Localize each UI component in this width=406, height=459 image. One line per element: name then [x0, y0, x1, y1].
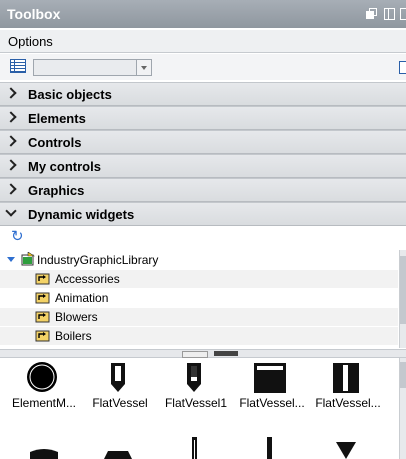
folder-link-icon: [35, 311, 50, 323]
chevron-down-icon: [5, 205, 17, 217]
gallery-partial-item-icon[interactable]: [176, 432, 212, 459]
flat-vessel1-icon: [187, 363, 201, 392]
chevron-right-icon: [5, 111, 17, 123]
tree-item-label: Animation: [55, 291, 109, 305]
options-toolbar: [0, 54, 406, 80]
gallery-item-label: FlatVessel...: [239, 396, 305, 410]
gallery-partial-item-icon[interactable]: [26, 432, 62, 459]
view-toggle-icon[interactable]: [399, 61, 406, 74]
folder-link-icon: [35, 273, 50, 285]
category-graphics[interactable]: Graphics: [0, 178, 406, 202]
category-label: Dynamic widgets: [28, 207, 135, 222]
tree-scrollbar[interactable]: [399, 250, 406, 348]
category-label: Graphics: [28, 183, 85, 198]
flat-vessel-icon: [111, 363, 125, 392]
gallery-item-flat-vessel[interactable]: FlatVessel: [82, 358, 154, 418]
toolbox-titlebar: Toolbox: [0, 0, 406, 28]
folder-link-icon: [35, 292, 50, 304]
chevron-right-icon: [5, 87, 17, 99]
element-meter-icon: [27, 362, 57, 392]
gallery-item-label: FlatVessel1: [164, 396, 228, 410]
window-title: Toolbox: [7, 6, 61, 22]
flat-vessel-2-icon: [254, 363, 286, 393]
split-pane-icon[interactable]: [384, 8, 395, 20]
gallery-item-element-meter[interactable]: ElementM...: [6, 358, 78, 418]
folder-link-icon: [35, 330, 50, 342]
splitter-up-handle[interactable]: [182, 351, 208, 358]
pane-icon[interactable]: [400, 8, 406, 20]
gallery-scrollbar[interactable]: [399, 358, 406, 459]
options-label: Options: [8, 34, 53, 49]
gallery-item-label: ElementM...: [11, 396, 77, 410]
tree-item-label: Blowers: [55, 310, 98, 324]
gallery-item-label: FlatVessel...: [315, 396, 381, 410]
gallery-scroll-thumb[interactable]: [400, 362, 406, 388]
flat-vessel-3-icon: [333, 363, 359, 393]
tree-item-label: Boilers: [55, 329, 92, 343]
gallery-item-flat-vessel1[interactable]: FlatVessel1: [158, 358, 230, 418]
tree-root-label: IndustryGraphicLibrary: [37, 253, 159, 267]
refresh-icon[interactable]: ↻: [11, 229, 25, 244]
chevron-right-icon: [5, 159, 17, 171]
chevron-down-icon[interactable]: [136, 60, 151, 75]
gallery-partial-item-icon[interactable]: [252, 432, 288, 459]
category-my-controls[interactable]: My controls: [0, 154, 406, 178]
category-label: Basic objects: [28, 87, 112, 102]
category-label: Elements: [28, 111, 86, 126]
tree-scroll-thumb[interactable]: [400, 256, 406, 324]
table-view-icon[interactable]: [10, 59, 26, 73]
chevron-right-icon: [5, 183, 17, 195]
chevron-right-icon: [5, 135, 17, 147]
category-elements[interactable]: Elements: [0, 106, 406, 130]
category-label: Controls: [28, 135, 82, 150]
splitter-down-handle[interactable]: [214, 351, 238, 356]
tree-item-label: Accessories: [55, 272, 120, 286]
expand-arrow-icon[interactable]: [7, 257, 15, 262]
options-combo[interactable]: [33, 59, 152, 76]
library-icon: [21, 252, 35, 266]
widget-gallery: ElementM... FlatVessel FlatVessel1 FlatV…: [0, 358, 398, 459]
gallery-item-flat-vessel-3[interactable]: FlatVessel...: [310, 358, 382, 418]
pane-splitter[interactable]: [0, 349, 406, 358]
gallery-partial-item-icon[interactable]: [100, 432, 136, 459]
gallery-item-flat-vessel-2[interactable]: FlatVessel...: [234, 358, 306, 418]
category-dynamic-widgets[interactable]: Dynamic widgets: [0, 202, 406, 226]
gallery-item-label: FlatVessel: [92, 396, 148, 410]
category-controls[interactable]: Controls: [0, 130, 406, 154]
gallery-partial-item-icon[interactable]: [328, 432, 364, 459]
options-header[interactable]: Options: [0, 30, 406, 53]
restore-icon[interactable]: [366, 8, 377, 19]
category-label: My controls: [28, 159, 101, 174]
category-basic-objects[interactable]: Basic objects: [0, 82, 406, 106]
